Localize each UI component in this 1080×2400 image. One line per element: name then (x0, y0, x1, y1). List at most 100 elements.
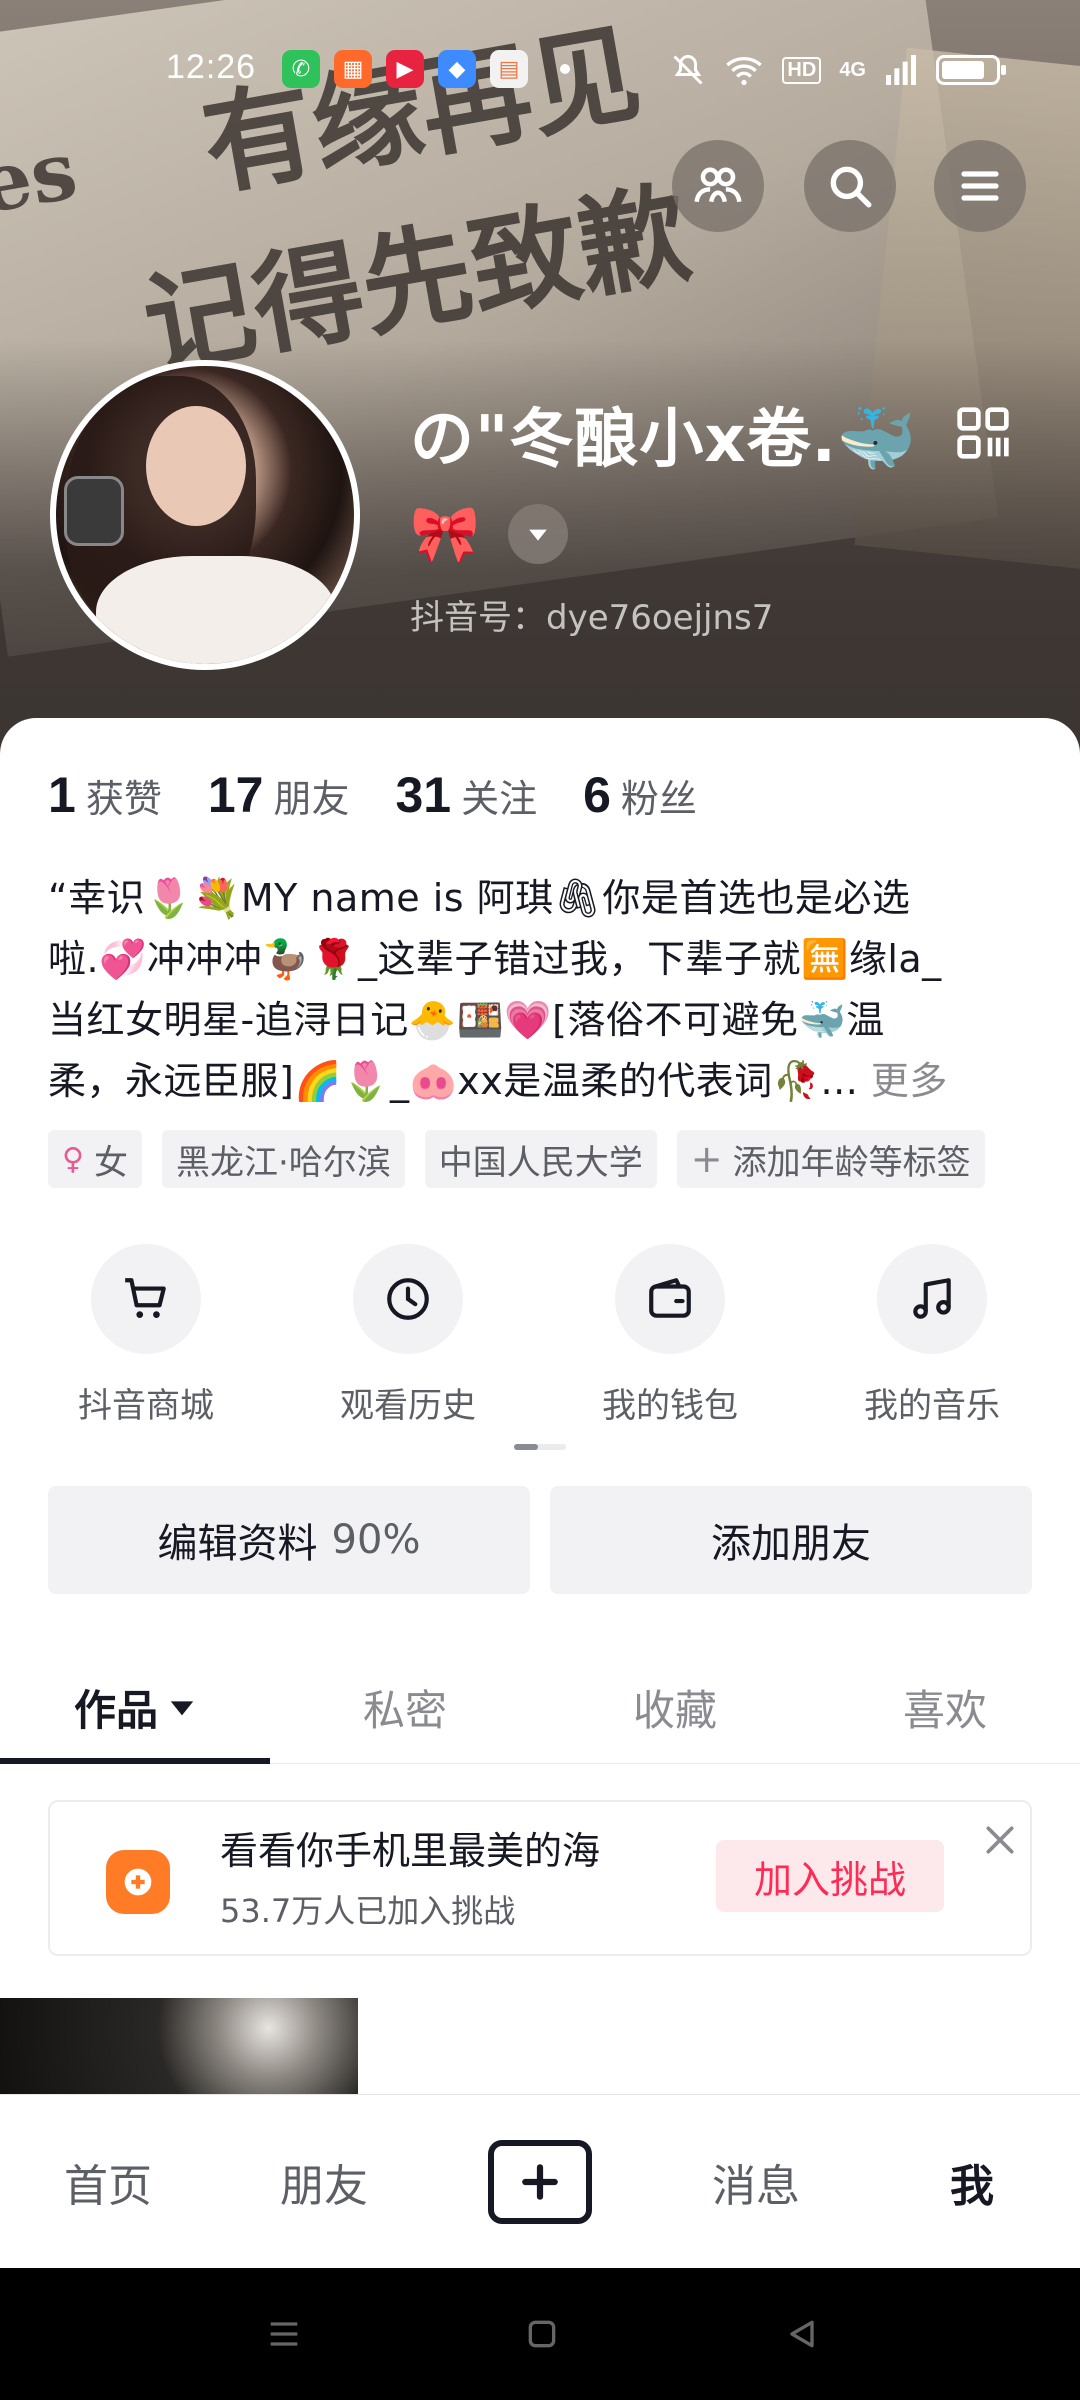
clock-icon (387, 1278, 429, 1320)
app-grid-icon: ▦ (334, 50, 372, 88)
more-notifications-dot (560, 64, 570, 74)
stat-likes[interactable]: 1 获赞 (48, 766, 162, 824)
edit-profile-button[interactable]: 编辑资料 90% (48, 1486, 530, 1594)
bio-line: 当红女明星-追浔日记🐣🍱💗[落俗不可避免🐳温 (48, 998, 885, 1042)
shortcut-icon-bg (615, 1244, 725, 1354)
qr-code-icon[interactable] (955, 405, 1011, 461)
add-tags-button[interactable]: + 添加年龄等标签 (676, 1130, 985, 1188)
profile-name[interactable]: の"冬酿小x卷.🐳 (410, 400, 918, 480)
avatar-photo-face (146, 406, 246, 526)
bottom-navigation: 首页 朋友 消息 我 (0, 2094, 1080, 2268)
avatar[interactable] (50, 360, 360, 670)
friends-button[interactable] (672, 140, 764, 232)
challenge-plus-icon (124, 1868, 152, 1896)
stat-label: 粉丝 (620, 777, 697, 821)
female-icon: ♀ (62, 1141, 84, 1177)
profile-completion: 90% (331, 1517, 421, 1563)
status-time: 12:26 (166, 48, 257, 86)
edit-profile-label: 编辑资料 (157, 1521, 318, 1567)
back-triangle-icon[interactable] (782, 2314, 822, 2354)
stat-followers[interactable]: 6 粉丝 (583, 766, 697, 824)
network-type: 4G (839, 58, 866, 81)
bio-line: 柔，永远臣服]🌈🌷_🐽xx是温柔的代表词🥀... (48, 1059, 859, 1103)
profile-bio[interactable]: “幸识🌷💐MY name is 阿琪🖇你是首选也是必选 啦.💞冲冲冲🦆🌹_这辈子… (48, 868, 1028, 1112)
caret-down-icon (170, 1701, 194, 1716)
tag-label: 中国人民大学 (438, 1142, 643, 1183)
shortcut-icon-bg (353, 1244, 463, 1354)
system-navigation-bar (0, 2268, 1080, 2400)
tag-label: 添加年龄等标签 (732, 1142, 971, 1183)
friends-icon (694, 167, 742, 203)
tab-label: 私密 (362, 1685, 447, 1735)
shortcut-pager (514, 1444, 566, 1450)
search-icon (830, 166, 872, 208)
stat-following[interactable]: 31 关注 (395, 766, 537, 824)
tab-private[interactable]: 私密 (270, 1650, 540, 1764)
shortcut-icon-bg (91, 1244, 201, 1354)
stat-number: 31 (395, 767, 452, 823)
bio-line: 啦.💞冲冲冲🦆🌹_这辈子错过我，下辈子就🈚缘la_ (48, 937, 942, 981)
profile-card: 1 获赞 17 朋友 31 关注 6 粉丝 “幸识🌷💐MY name is 阿琪🖇你是首… (0, 718, 1080, 2098)
shortcut-history[interactable]: 观看历史 (308, 1244, 508, 1427)
battery-icon (936, 55, 1006, 85)
stat-label: 关注 (461, 777, 538, 821)
shortcut-icon-bg (877, 1244, 987, 1354)
create-button[interactable] (488, 2140, 592, 2224)
shortcut-music[interactable]: 我的音乐 (832, 1244, 1032, 1427)
tab-underline (0, 1758, 270, 1764)
profile-badge[interactable]: 🎀 (410, 500, 480, 570)
shortcut-label: 观看历史 (340, 1386, 476, 1426)
challenge-banner[interactable]: 看看你手机里最美的海 53.7万人已加入挑战 加入挑战 (48, 1800, 1032, 1956)
tag-location[interactable]: 黑龙江·哈尔滨 (161, 1130, 405, 1188)
wifi-icon (726, 57, 763, 86)
wallet-app-icon: ▤ (490, 50, 528, 88)
video-thumbnail[interactable] (0, 1998, 358, 2098)
recent-apps-icon[interactable] (264, 2314, 304, 2354)
status-indicators: HD 4G (670, 52, 1006, 88)
join-challenge-button[interactable]: 加入挑战 (716, 1840, 944, 1912)
tag-label: 黑龙江·哈尔滨 (175, 1142, 391, 1183)
stat-number: 6 (583, 767, 611, 823)
music-note-icon (913, 1278, 951, 1319)
stat-label: 获赞 (85, 777, 162, 821)
shortcut-label: 我的音乐 (864, 1386, 1000, 1426)
bio-more-link[interactable]: 更多 (871, 1059, 948, 1103)
nav-home[interactable]: 首页 (0, 2095, 216, 2269)
shortcut-grid: 抖音商城 观看历史 我的钱包 我的音乐 (0, 1244, 1080, 1444)
tag-gender[interactable]: ♀ 女 (48, 1130, 142, 1188)
badge-dropdown-button[interactable] (508, 504, 568, 564)
profile-tags: ♀ 女 黑龙江·哈尔滨 中国人民大学 + 添加年龄等标签 (48, 1130, 985, 1188)
shortcut-wallet[interactable]: 我的钱包 (570, 1244, 770, 1427)
tab-likes[interactable]: 喜欢 (810, 1650, 1080, 1764)
menu-icon (961, 171, 999, 201)
signal-icon (886, 55, 916, 85)
add-friend-button[interactable]: 添加朋友 (550, 1486, 1032, 1594)
stat-friends[interactable]: 17 朋友 (208, 766, 350, 824)
menu-button[interactable] (934, 140, 1026, 232)
plus-icon: + (690, 1137, 723, 1181)
shortcut-shop[interactable]: 抖音商城 (46, 1244, 246, 1427)
content-tabs: 作品 私密 收藏 喜欢 (0, 1650, 1080, 1764)
nav-messages[interactable]: 消息 (648, 2095, 864, 2269)
stat-label: 朋友 (273, 777, 350, 821)
caret-down-icon (529, 529, 547, 541)
search-button[interactable] (804, 140, 896, 232)
nav-friends[interactable]: 朋友 (216, 2095, 432, 2269)
tab-favorites[interactable]: 收藏 (540, 1650, 810, 1764)
home-square-icon[interactable] (522, 2314, 562, 2354)
challenge-participants: 53.7万人已加入挑战 (220, 1892, 516, 1930)
bio-line-last: 柔，永远臣服]🌈🌷_🐽xx是温柔的代表词🥀... 更多 (48, 1051, 1028, 1112)
tab-label: 作品 (73, 1685, 158, 1735)
close-icon[interactable] (980, 1820, 1020, 1860)
douyin-id[interactable]: 抖音号：dye76oejjns7 (410, 590, 773, 639)
cloud-app-icon: ◆ (438, 50, 476, 88)
tag-school[interactable]: 中国人民大学 (424, 1130, 657, 1188)
nav-me[interactable]: 我 (864, 2095, 1080, 2269)
video-app-icon: ▶ (386, 50, 424, 88)
cart-icon (125, 1278, 166, 1318)
tab-works[interactable]: 作品 (0, 1650, 270, 1764)
status-bar: 12:26 ✆ ▦ ▶ ◆ ▤ HD 4G (0, 40, 1080, 100)
plus-icon (522, 2164, 558, 2200)
bio-line: “幸识🌷💐MY name is 阿琪🖇你是首选也是必选 (48, 876, 911, 920)
tab-label: 收藏 (632, 1685, 717, 1735)
